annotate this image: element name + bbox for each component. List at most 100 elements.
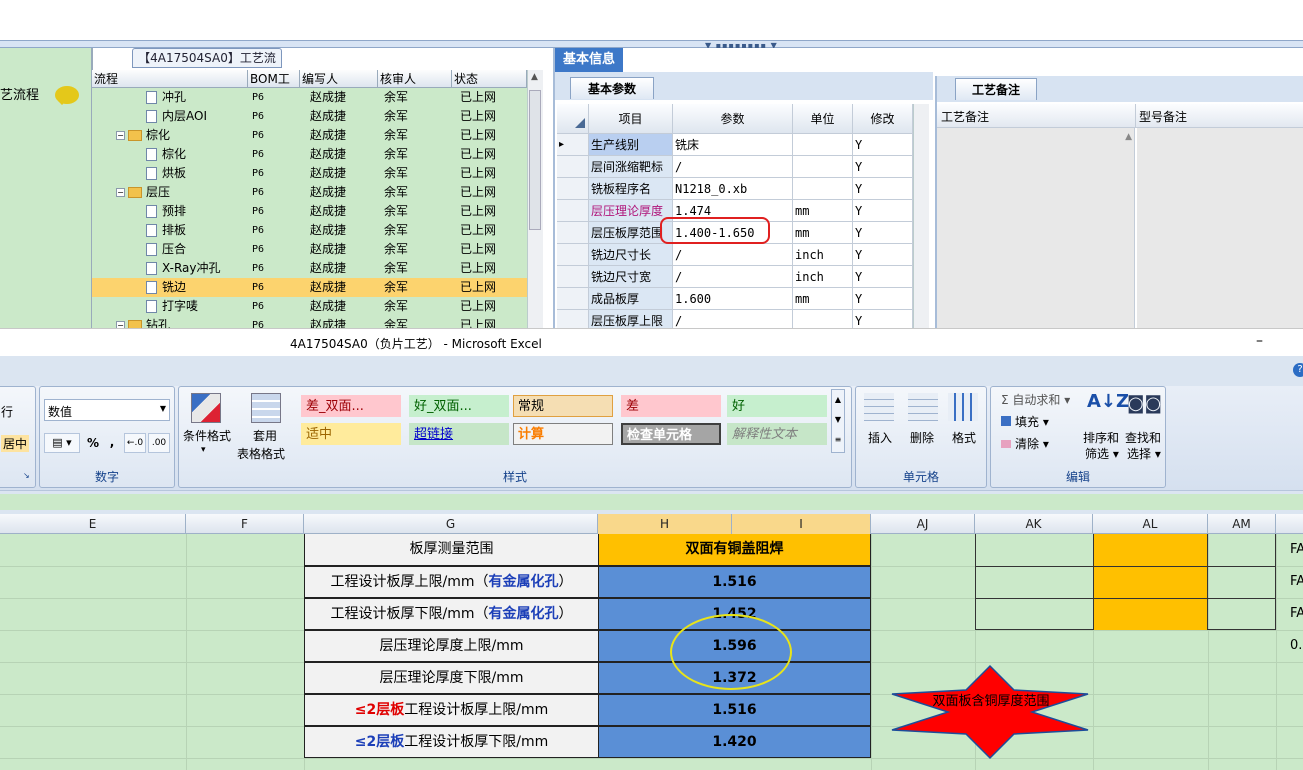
number-format-select[interactable]: 数值 ▼ bbox=[44, 399, 170, 421]
comma-button[interactable]: , bbox=[104, 433, 120, 453]
wrap-text-button[interactable]: 行 bbox=[1, 403, 13, 420]
flow-tree-row[interactable]: − 层压 P6 赵成捷 余军 已上网 bbox=[92, 183, 527, 202]
tab-basic-params[interactable]: 基本参数 bbox=[570, 77, 654, 99]
cell-style-swatch[interactable]: 差_双面... bbox=[301, 395, 401, 417]
cell-style-swatch[interactable]: 好 bbox=[727, 395, 827, 417]
cell-style-swatch[interactable]: 计算 bbox=[513, 423, 613, 445]
chevron-down-icon[interactable]: ▼ bbox=[160, 404, 166, 413]
styles-scroll-icon[interactable]: ▲ ▼ ≡ bbox=[831, 389, 845, 453]
col-header-AM[interactable]: AM bbox=[1208, 514, 1276, 534]
merge-center-button[interactable]: 居中 bbox=[1, 435, 30, 452]
param-edit-cell[interactable]: Y bbox=[853, 288, 913, 310]
notes-col-process[interactable]: 工艺备注 bbox=[941, 108, 989, 125]
param-item-cell[interactable]: 铣边尺寸长 bbox=[589, 244, 673, 266]
col-header-next[interactable] bbox=[1276, 514, 1303, 534]
clear-button[interactable]: 清除 ▾ bbox=[1001, 435, 1049, 452]
thickness-row-label[interactable]: ≤2层板工程设计板厚上限/mm bbox=[304, 694, 598, 726]
param-unit-cell[interactable] bbox=[793, 178, 853, 200]
flow-tree-row[interactable]: 排板 P6 赵成捷 余军 已上网 bbox=[92, 221, 527, 240]
col-header-bom[interactable]: BOM工厂 bbox=[248, 70, 300, 104]
flow-tree-row[interactable]: 冲孔 P6 赵成捷 余军 已上网 bbox=[92, 88, 527, 107]
param-item-cell[interactable]: 生产线别 bbox=[589, 134, 673, 156]
param-edit-cell[interactable]: Y bbox=[853, 222, 913, 244]
insert-cells-icon[interactable] bbox=[864, 393, 894, 421]
col-header-flow[interactable]: 流程 bbox=[92, 70, 248, 88]
param-edit-cell[interactable]: Y bbox=[853, 134, 913, 156]
process-notes-area[interactable]: ▲ bbox=[937, 128, 1135, 328]
col-header-F[interactable]: F bbox=[186, 514, 304, 534]
formula-input[interactable] bbox=[0, 494, 1303, 510]
param-value-cell[interactable]: N1218_0.xb bbox=[673, 178, 793, 200]
param-item-cell[interactable]: 层间涨缩靶标 bbox=[589, 156, 673, 178]
param-unit-cell[interactable]: mm bbox=[793, 200, 853, 222]
thickness-row-value[interactable]: 1.516 bbox=[598, 566, 871, 598]
row-selector[interactable] bbox=[557, 156, 589, 178]
flow-tree-row[interactable]: − 棕化 P6 赵成捷 余军 已上网 bbox=[92, 126, 527, 145]
param-unit-cell[interactable] bbox=[793, 156, 853, 178]
sort-filter-label1[interactable]: 排序和 bbox=[1083, 429, 1119, 446]
col-header-E[interactable]: E bbox=[0, 514, 186, 534]
thickness-row-label[interactable]: 层压理论厚度上限/mm bbox=[304, 630, 598, 662]
col-header-AL[interactable]: AL bbox=[1093, 514, 1208, 534]
thickness-row-value[interactable]: 1.516 bbox=[598, 694, 871, 726]
flow-tree-row[interactable]: 打字唛 P6 赵成捷 余军 已上网 bbox=[92, 297, 527, 316]
delete-button[interactable]: 删除 bbox=[910, 429, 934, 446]
flow-tree-scroll-thumb[interactable] bbox=[529, 90, 541, 230]
delete-cells-icon[interactable] bbox=[908, 393, 938, 421]
flow-tree-row[interactable]: 棕化 P6 赵成捷 余军 已上网 bbox=[92, 145, 527, 164]
col-header-reviewer[interactable]: 核审人 bbox=[378, 70, 452, 88]
thickness-row-label[interactable]: ≤2层板工程设计板厚下限/mm bbox=[304, 726, 598, 758]
param-value-cell[interactable]: 铣床 bbox=[673, 134, 793, 156]
cell-style-swatch[interactable]: 常规 bbox=[513, 395, 613, 417]
param-header-item[interactable]: 项目 bbox=[589, 104, 673, 134]
thickness-range-label-cell[interactable]: 板厚测量范围 bbox=[304, 534, 598, 566]
increase-decimal-button[interactable]: ←.0 bbox=[124, 433, 146, 453]
param-unit-cell[interactable] bbox=[793, 134, 853, 156]
param-unit-cell[interactable]: inch bbox=[793, 244, 853, 266]
model-notes-area[interactable] bbox=[1137, 128, 1303, 328]
param-item-cell[interactable]: 成品板厚 bbox=[589, 288, 673, 310]
notes-scroll-up-icon[interactable]: ▲ bbox=[1125, 132, 1132, 142]
param-unit-cell[interactable]: mm bbox=[793, 288, 853, 310]
basic-info-title[interactable]: 基本信息 bbox=[555, 48, 623, 72]
splitter-bar[interactable] bbox=[0, 40, 1303, 48]
percent-button[interactable]: % bbox=[84, 433, 102, 453]
cell-style-swatch[interactable]: 适中 bbox=[301, 423, 401, 445]
binoculars-icon[interactable]: ◙◙ bbox=[1127, 393, 1162, 414]
col-header-G[interactable]: G bbox=[304, 514, 598, 534]
row-selector[interactable] bbox=[557, 222, 589, 244]
flow-tree-row[interactable]: 内层AOI P6 赵成捷 余军 已上网 bbox=[92, 107, 527, 126]
param-unit-cell[interactable]: inch bbox=[793, 266, 853, 288]
table-format-label1[interactable]: 套用 bbox=[253, 427, 277, 444]
right-cell-1[interactable]: FA bbox=[1290, 542, 1303, 557]
thickness-row-label[interactable]: 层压理论厚度下限/mm bbox=[304, 662, 598, 694]
param-header-unit[interactable]: 单位 bbox=[793, 104, 853, 134]
scroll-up-arrow-icon[interactable]: ▲ bbox=[531, 72, 538, 82]
table-format-icon[interactable] bbox=[251, 393, 281, 423]
row-selector[interactable] bbox=[557, 244, 589, 266]
format-cells-icon[interactable] bbox=[948, 393, 978, 421]
thickness-row-value[interactable]: 1.420 bbox=[598, 726, 871, 758]
alignment-dialog-launcher-icon[interactable]: ↘ bbox=[23, 471, 30, 480]
cell-style-swatch[interactable]: 检查单元格 bbox=[621, 423, 721, 445]
find-select-label2[interactable]: 选择 ▾ bbox=[1127, 445, 1161, 462]
flow-panel-tab[interactable]: 【4A17504SA0】工艺流程 bbox=[132, 48, 282, 83]
param-item-cell[interactable]: 层压理论厚度 bbox=[589, 200, 673, 222]
col-header-writer[interactable]: 编写人 bbox=[300, 70, 378, 88]
param-edit-cell[interactable]: Y bbox=[853, 266, 913, 288]
insert-button[interactable]: 插入 bbox=[868, 429, 892, 446]
flow-tree-row[interactable]: 预排 P6 赵成捷 余军 已上网 bbox=[92, 202, 527, 221]
col-header-status[interactable]: 状态 bbox=[452, 70, 527, 88]
param-edit-cell[interactable]: Y bbox=[853, 200, 913, 222]
chevron-down-icon[interactable]: ▾ bbox=[201, 445, 206, 455]
sort-filter-icon[interactable]: A↓Z bbox=[1087, 391, 1129, 412]
param-header-value[interactable]: 参数 bbox=[673, 104, 793, 134]
col-header-AJ[interactable]: AJ bbox=[871, 514, 975, 534]
flow-tree-row[interactable]: 烘板 P6 赵成捷 余军 已上网 bbox=[92, 164, 527, 183]
left-nav-item-flow[interactable]: 艺流程 bbox=[0, 84, 39, 103]
right-cell-4[interactable]: 0. bbox=[1290, 638, 1302, 653]
param-item-cell[interactable]: 铣板程序名 bbox=[589, 178, 673, 200]
cell-style-swatch[interactable]: 好_双面... bbox=[409, 395, 509, 417]
param-unit-cell[interactable]: mm bbox=[793, 222, 853, 244]
thickness-row-label[interactable]: 工程设计板厚下限/mm（有金属化孔） bbox=[304, 598, 598, 630]
